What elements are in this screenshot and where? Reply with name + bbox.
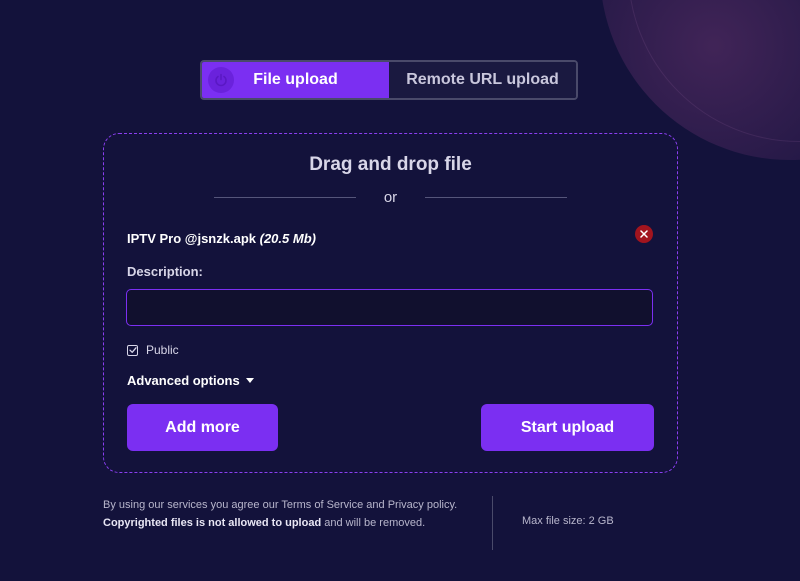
start-upload-button[interactable]: Start upload bbox=[481, 404, 654, 451]
max-file-size: Max file size: 2 GB bbox=[522, 515, 614, 527]
tab-file-upload-label: File upload bbox=[253, 71, 338, 88]
add-more-button[interactable]: Add more bbox=[127, 404, 278, 451]
public-checkbox-row[interactable]: Public bbox=[127, 343, 179, 357]
or-text: or bbox=[383, 189, 398, 206]
caret-down-icon bbox=[245, 378, 254, 383]
drop-zone[interactable]: Drag and drop file or IPTV Pro @jsnzk.ap… bbox=[103, 133, 678, 473]
advanced-options-label: Advanced options bbox=[127, 373, 240, 388]
power-icon bbox=[208, 67, 234, 93]
description-input[interactable] bbox=[126, 289, 653, 326]
public-checkbox[interactable] bbox=[127, 344, 138, 356]
or-divider: or bbox=[214, 189, 567, 206]
selected-file: IPTV Pro @jsnzk.apk (20.5 Mb) bbox=[127, 231, 316, 246]
tab-file-upload[interactable]: File upload bbox=[202, 62, 389, 98]
upload-mode-tabs: File upload Remote URL upload bbox=[200, 60, 578, 100]
file-name: IPTV Pro @jsnzk.apk bbox=[127, 231, 256, 246]
footer-divider bbox=[492, 496, 493, 550]
remove-file-button[interactable] bbox=[635, 225, 653, 243]
public-label: Public bbox=[146, 343, 179, 357]
tab-remote-url-upload-label: Remote URL upload bbox=[406, 71, 559, 88]
advanced-options-toggle[interactable]: Advanced options bbox=[127, 373, 254, 388]
drop-zone-title: Drag and drop file bbox=[309, 154, 472, 175]
tab-remote-url-upload[interactable]: Remote URL upload bbox=[389, 62, 576, 98]
description-label: Description: bbox=[127, 264, 203, 279]
divider-line-left bbox=[214, 197, 356, 198]
copyright-notice: Copyrighted files is not allowed to uplo… bbox=[103, 517, 322, 529]
terms-suffix: and will be removed. bbox=[324, 517, 426, 529]
terms-notice: By using our services you agree our Term… bbox=[103, 496, 468, 532]
terms-prefix: By using our services you agree our Term… bbox=[103, 499, 458, 511]
divider-line-right bbox=[425, 197, 567, 198]
check-icon bbox=[128, 347, 137, 353]
upload-page: File upload Remote URL upload Drag and d… bbox=[0, 0, 800, 581]
file-size: (20.5 Mb) bbox=[259, 231, 316, 246]
close-icon bbox=[640, 230, 648, 238]
